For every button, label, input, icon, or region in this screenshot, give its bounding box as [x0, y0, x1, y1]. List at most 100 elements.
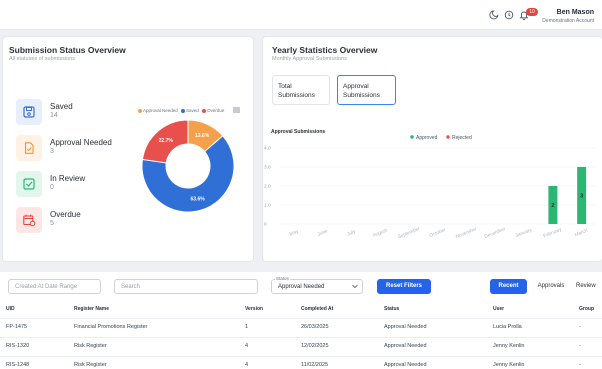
y-tick-label: 1.0: [264, 203, 271, 209]
user-role: Demonstration Account: [542, 18, 594, 24]
x-tick-label: March: [574, 228, 589, 239]
submission-status-subtitle: All statuses of submissions: [9, 56, 76, 62]
table-cell: Lucia Prolla: [493, 324, 522, 330]
table-cell: RIS-1248: [6, 362, 30, 368]
notification-badge: 10: [526, 8, 538, 16]
x-tick-label: November: [455, 226, 478, 240]
legend-label[interactable]: Rejected: [452, 135, 472, 141]
status-label: In Review: [50, 174, 86, 183]
table-cell: Risk Register: [74, 362, 107, 368]
column-header[interactable]: Register Name: [74, 306, 109, 312]
table-cell: -: [579, 343, 581, 349]
pie-slice-label: 13.6%: [195, 133, 210, 139]
x-tick-label: August: [372, 227, 389, 238]
status-count: 5: [50, 220, 54, 227]
x-tick-label: February: [543, 226, 564, 239]
column-header[interactable]: Version: [245, 306, 263, 312]
calendar-clock-icon: [16, 207, 42, 233]
legend-label[interactable]: Overdue: [207, 108, 224, 113]
column-header[interactable]: Completed At: [301, 306, 333, 312]
status-saved[interactable]: Saved 14: [16, 99, 126, 127]
table-cell: Financial Promotions Register: [74, 324, 148, 330]
bar-value-label: 3: [580, 194, 583, 200]
table-cell: 1: [245, 324, 249, 330]
x-tick-label: May: [289, 228, 300, 237]
table-cell: RIS-1320: [6, 343, 30, 349]
y-tick-label: 3.0: [264, 165, 271, 171]
legend-label[interactable]: Approval Needed: [143, 108, 178, 113]
view-review-button[interactable]: Review: [576, 279, 602, 294]
submission-status-title: Submission Status Overview: [9, 45, 126, 55]
status-in-review[interactable]: In Review 0: [16, 171, 126, 199]
legend-dot: [410, 135, 414, 139]
table-cell: Approval Needed: [384, 343, 427, 349]
status-label: Saved: [50, 102, 73, 111]
y-tick-label: 0: [264, 222, 267, 228]
status-count: 3: [50, 148, 54, 155]
table-cell: 11/02/2025: [301, 362, 329, 368]
column-header[interactable]: Status: [384, 306, 399, 312]
table-cell: -: [579, 324, 581, 330]
chart-title: Approval Submissions: [271, 129, 325, 135]
status-approval-needed[interactable]: Approval Needed 3: [16, 135, 126, 163]
yearly-subtitle: Monthly Approval Submissions: [272, 56, 347, 62]
table-cell: FP-1475: [6, 324, 28, 330]
chevron-down-icon[interactable]: [352, 284, 358, 289]
table-cell: Jenny Kenlin: [493, 362, 525, 368]
y-tick-label: 4.0: [264, 146, 271, 152]
document-check-icon: [16, 135, 42, 161]
table-cell: 26/03/2025: [301, 324, 329, 330]
column-header[interactable]: UID: [6, 306, 15, 312]
save-icon: [16, 99, 42, 125]
table-cell: Jenny Kenlin: [493, 343, 525, 349]
status-select[interactable]: Approval Needed: [271, 279, 363, 294]
x-tick-label: July: [346, 228, 357, 237]
checkbox-icon: [16, 171, 42, 197]
column-header[interactable]: User: [493, 306, 504, 312]
tab-approval-submissions[interactable]: Approval Submissions: [337, 75, 396, 105]
top-bar: 10 Ben Mason Demonstration Account: [0, 0, 602, 30]
user-name[interactable]: Ben Mason: [557, 9, 594, 16]
legend-label[interactable]: Saved: [186, 108, 199, 113]
x-tick-label: June: [317, 228, 329, 238]
menu-icon[interactable]: [233, 107, 240, 113]
moon-icon[interactable]: [489, 10, 499, 20]
legend-dot: [446, 135, 450, 139]
search-input[interactable]: Search: [114, 279, 258, 294]
table-cell: Risk Register: [74, 343, 107, 349]
date-range-input[interactable]: Created At Date Range: [8, 279, 101, 294]
x-tick-label: January: [515, 227, 534, 239]
status-select-label: Status: [275, 276, 290, 281]
reset-filters-button[interactable]: Reset Filters: [377, 279, 431, 294]
view-approvals-button[interactable]: Approvals: [530, 279, 572, 294]
y-tick-label: 2.0: [264, 184, 271, 190]
legend-dot: [181, 108, 186, 113]
table-cell: -: [579, 362, 581, 368]
clock-icon[interactable]: [504, 10, 514, 20]
legend-label[interactable]: Approved: [416, 135, 438, 141]
table-cell: 4: [245, 362, 249, 368]
table-cell: 12/02/2025: [301, 343, 329, 349]
status-label: Approval Needed: [50, 138, 112, 147]
x-tick-label: September: [397, 226, 421, 241]
bar-value-label: 2: [551, 203, 554, 209]
status-overdue[interactable]: Overdue 5: [16, 207, 126, 235]
table-cell: 4: [245, 343, 249, 349]
legend-dot: [138, 108, 142, 113]
status-label: Overdue: [50, 210, 81, 219]
table-cell: Approval Needed: [384, 324, 427, 330]
submission-donut-chart: 13.6% 63.6% 22.7%: [141, 119, 235, 213]
status-count: 14: [50, 112, 58, 119]
pie-slice-label: 63.6%: [191, 196, 206, 202]
column-header[interactable]: Group: [579, 306, 594, 312]
x-tick-label: December: [484, 226, 507, 240]
pie-slice-label: 22.7%: [159, 138, 174, 144]
view-recent-button[interactable]: Recent: [490, 279, 527, 294]
tab-total-submissions[interactable]: Total Submissions: [272, 75, 330, 105]
status-count: 0: [50, 184, 54, 191]
yearly-title: Yearly Statistics Overview: [272, 45, 378, 55]
legend-dot: [202, 108, 207, 113]
table-cell: Approval Needed: [384, 362, 427, 368]
approval-bar-chart: Approval Submissions Approved Rejected 0 1.0…: [264, 129, 596, 241]
x-tick-label: October: [429, 227, 447, 239]
